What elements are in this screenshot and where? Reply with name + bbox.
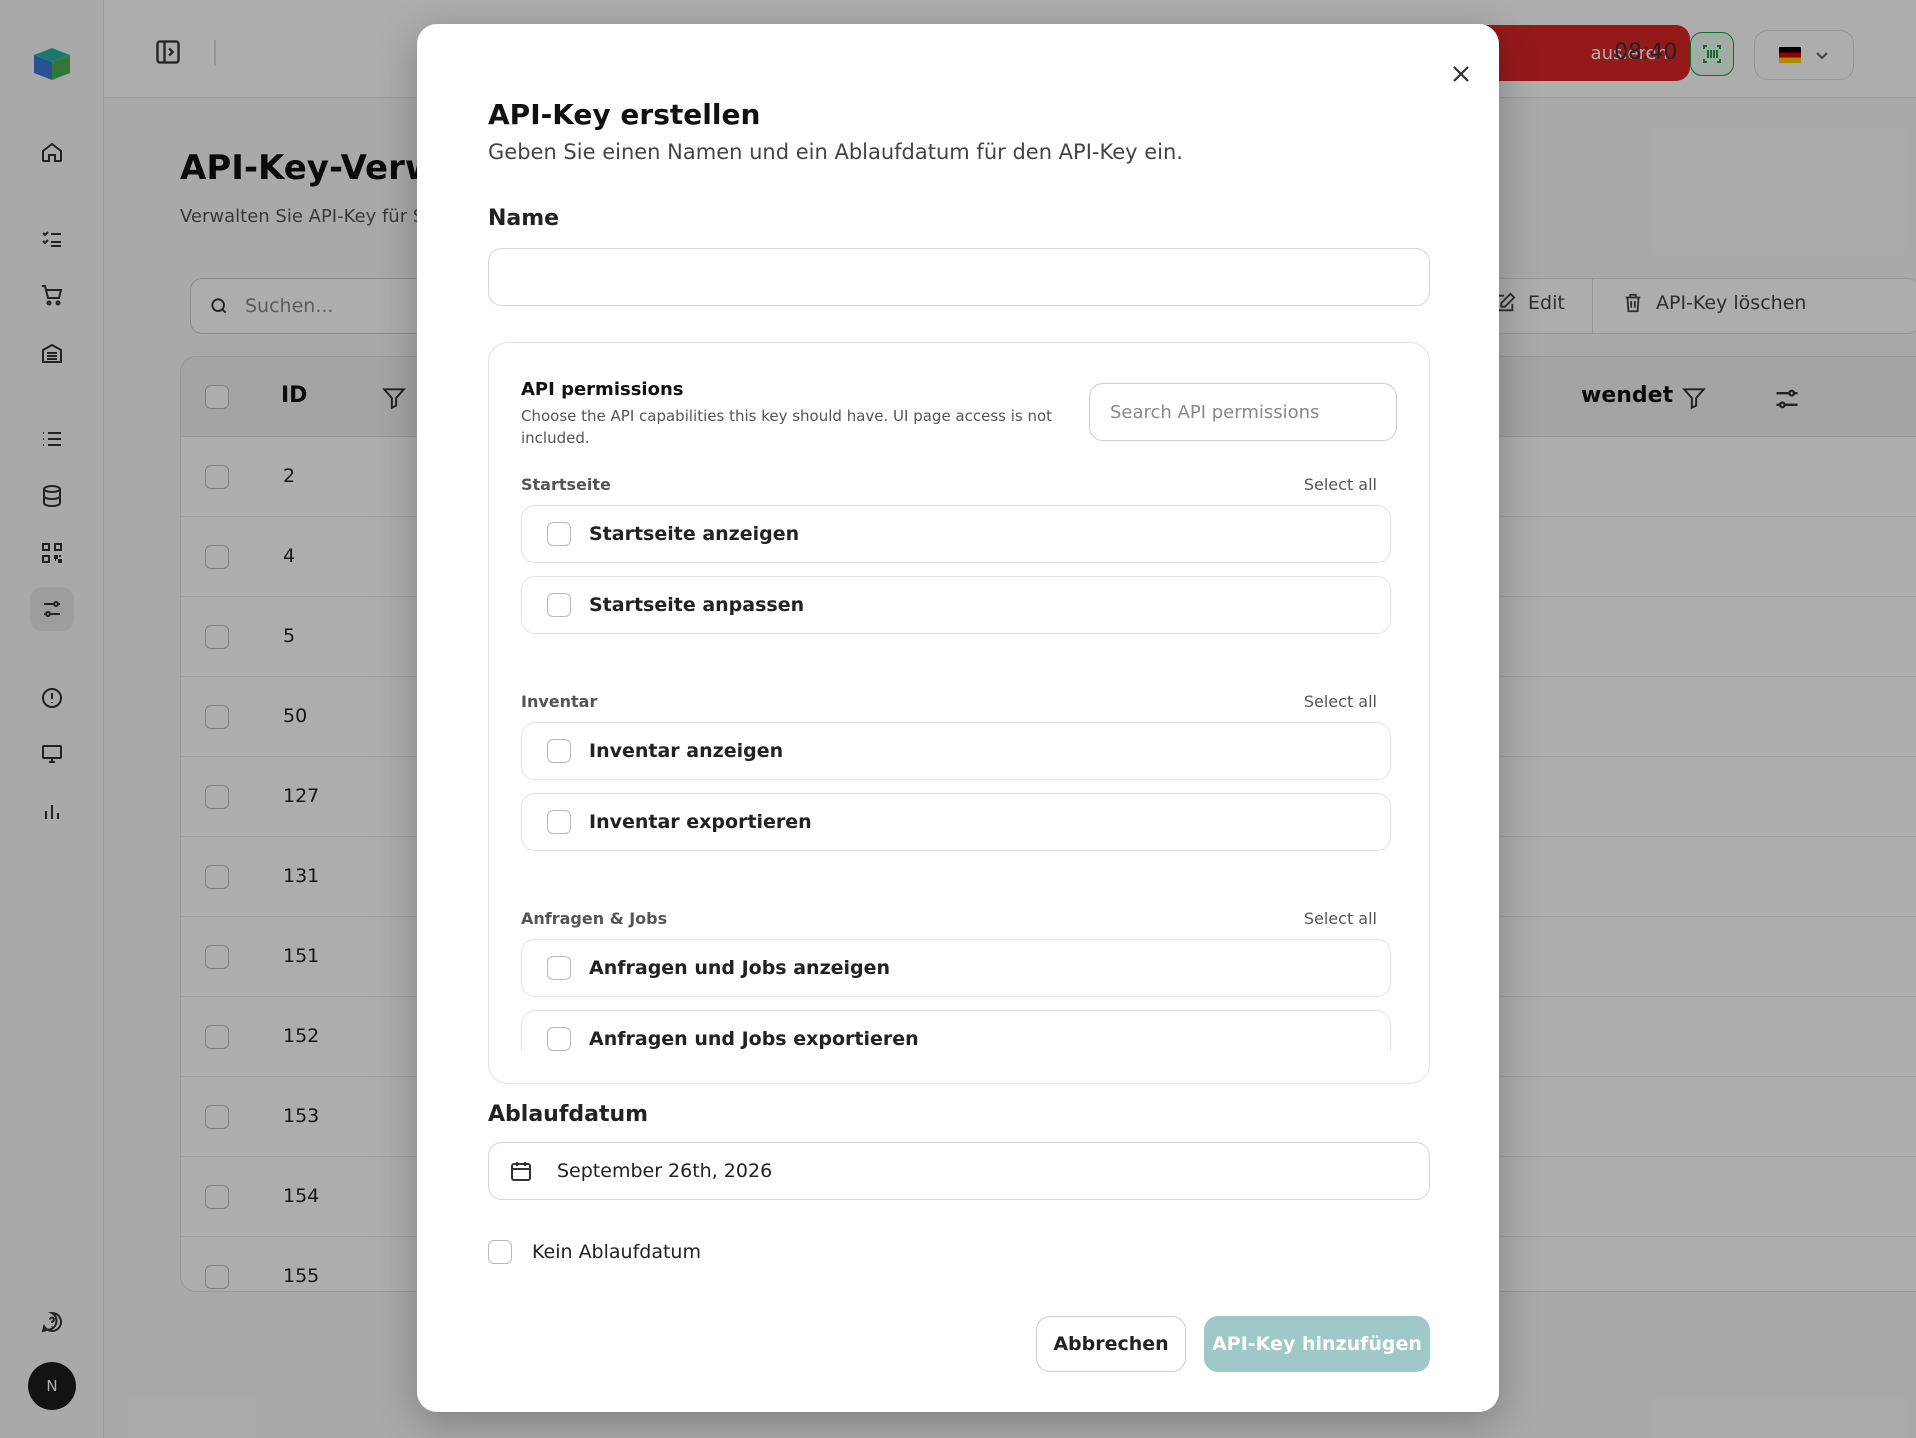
permission-label: Startseite anzeigen	[589, 523, 800, 545]
permission-group-header: Anfragen & Jobs Select all	[489, 897, 1429, 939]
close-icon[interactable]	[1441, 54, 1481, 94]
permission-item[interactable]: Inventar exportieren	[521, 793, 1391, 851]
permission-checkbox[interactable]	[547, 522, 571, 546]
permission-item[interactable]: Inventar anzeigen	[521, 722, 1391, 780]
cancel-button[interactable]: Abbrechen	[1036, 1316, 1186, 1372]
permission-checkbox[interactable]	[547, 810, 571, 834]
permission-checkbox[interactable]	[547, 1027, 571, 1051]
permission-item[interactable]: Anfragen und Jobs exportieren	[521, 1010, 1391, 1051]
select-all-link[interactable]: Select all	[1304, 909, 1377, 928]
permission-group: Inventar Select all Inventar anzeigen Inven…	[489, 680, 1429, 897]
dialog-description: Geben Sie einen Namen und ein Ablaufdatu…	[488, 140, 1183, 164]
permission-group-name: Inventar	[521, 692, 598, 711]
permission-group-name: Startseite	[521, 475, 611, 494]
name-input[interactable]	[488, 248, 1430, 306]
permission-label: Anfragen und Jobs anzeigen	[589, 957, 891, 979]
permission-label: Inventar anzeigen	[589, 740, 784, 762]
permissions-title: API permissions	[521, 379, 684, 400]
permissions-list[interactable]: Startseite Select all Startseite anzeigen S…	[489, 463, 1429, 1051]
expiry-date-picker[interactable]: September 26th, 2026	[488, 1142, 1430, 1200]
permission-checkbox[interactable]	[547, 956, 571, 980]
permissions-description: Choose the API capabilities this key sho…	[521, 407, 1053, 447]
permission-group: Anfragen & Jobs Select all Anfragen und Jo…	[489, 897, 1429, 1051]
no-expiry-label: Kein Ablaufdatum	[532, 1241, 701, 1263]
permission-item[interactable]: Anfragen und Jobs anzeigen	[521, 939, 1391, 997]
name-label: Name	[488, 206, 560, 231]
permission-checkbox[interactable]	[547, 593, 571, 617]
expiry-label: Ablaufdatum	[488, 1102, 649, 1127]
permission-label: Inventar exportieren	[589, 811, 812, 833]
permission-item[interactable]: Startseite anzeigen	[521, 505, 1391, 563]
api-permissions-panel: API permissions Choose the API capabilit…	[488, 342, 1430, 1084]
permission-group-name: Anfragen & Jobs	[521, 909, 668, 928]
permissions-search-input[interactable]	[1089, 383, 1397, 441]
permission-group-header: Inventar Select all	[489, 680, 1429, 722]
permission-checkbox[interactable]	[547, 739, 571, 763]
select-all-link[interactable]: Select all	[1304, 475, 1377, 494]
no-expiry-option[interactable]: Kein Ablaufdatum	[488, 1240, 701, 1264]
add-api-key-button[interactable]: API-Key hinzufügen	[1204, 1316, 1430, 1372]
no-expiry-checkbox[interactable]	[488, 1240, 512, 1264]
permission-label: Startseite anpassen	[589, 594, 805, 616]
create-api-key-dialog: API-Key erstellen Geben Sie einen Namen …	[417, 24, 1499, 1412]
permission-group: Startseite Select all Startseite anzeigen S…	[489, 463, 1429, 680]
select-all-link[interactable]: Select all	[1304, 692, 1377, 711]
permission-group-header: Startseite Select all	[489, 463, 1429, 505]
expiry-date-value: September 26th, 2026	[557, 1160, 773, 1182]
permission-label: Anfragen und Jobs exportieren	[589, 1028, 919, 1050]
permission-item[interactable]: Startseite anpassen	[521, 576, 1391, 634]
dialog-title: API-Key erstellen	[488, 98, 761, 131]
calendar-icon	[511, 1162, 531, 1181]
